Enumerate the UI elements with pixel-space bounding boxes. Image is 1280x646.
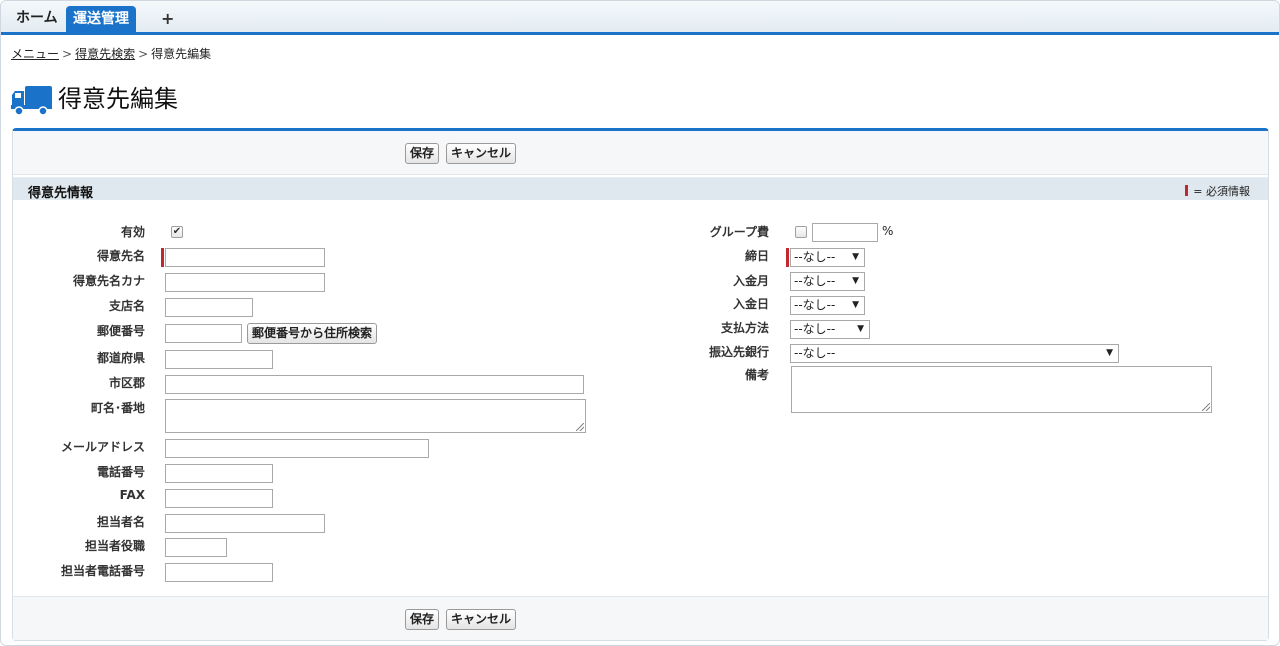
tab-bar: ホーム 運送管理 + <box>1 1 1279 35</box>
label-contact-title: 担当者役職 <box>84 539 145 553</box>
contact-name-input[interactable] <box>165 514 325 533</box>
resize-grip-icon[interactable] <box>1202 403 1210 411</box>
closing-day-select[interactable]: --なし-- ▼ <box>790 248 865 267</box>
save-button[interactable]: 保存 <box>405 609 440 630</box>
required-marker <box>786 248 789 267</box>
label-contact-name: 担当者名 <box>96 515 145 529</box>
label-city: 市区郡 <box>108 376 145 390</box>
label-branch-name: 支店名 <box>108 299 145 313</box>
label-phone: 電話番号 <box>96 465 145 479</box>
email-input[interactable] <box>165 439 429 458</box>
cancel-button[interactable]: キャンセル <box>446 143 517 164</box>
postal-code-input[interactable] <box>165 324 242 343</box>
label-customer-name: 得意先名 <box>96 249 145 263</box>
dropdown-arrow-icon: ▼ <box>852 300 859 310</box>
truck-icon <box>11 86 52 116</box>
label-payment-method: 支払方法 <box>720 321 769 335</box>
payment-day-select[interactable]: --なし-- ▼ <box>790 296 865 315</box>
label-prefecture: 都道府県 <box>96 351 145 365</box>
prefecture-input[interactable] <box>165 350 273 369</box>
payment-method-value: --なし-- <box>794 322 836 336</box>
city-input[interactable] <box>165 375 584 394</box>
closing-day-value: --なし-- <box>794 250 836 264</box>
label-email: メールアドレス <box>60 440 145 454</box>
required-marker-icon <box>1185 185 1189 196</box>
label-group-fee: グループ費 <box>709 225 769 239</box>
payment-month-value: --なし-- <box>794 274 836 288</box>
top-button-bar: 保存 キャンセル <box>13 131 1268 175</box>
page-title: 得意先編集 <box>58 85 178 113</box>
add-tab-icon[interactable]: + <box>154 5 181 32</box>
phone-input[interactable] <box>165 464 273 483</box>
bottom-button-bar: 保存 キャンセル <box>13 596 1268 640</box>
dropdown-arrow-icon: ▼ <box>852 276 859 286</box>
transfer-bank-select[interactable]: --なし-- ▼ <box>790 344 1119 363</box>
label-active: 有効 <box>120 225 145 239</box>
save-button[interactable]: 保存 <box>405 143 440 164</box>
payment-month-select[interactable]: --なし-- ▼ <box>790 272 865 291</box>
customer-name-input[interactable] <box>165 248 325 267</box>
payment-method-select[interactable]: --なし-- ▼ <box>790 320 870 339</box>
label-contact-phone: 担当者電話番号 <box>60 564 145 578</box>
label-postal-code: 郵便番号 <box>96 324 145 338</box>
edit-panel: 保存 キャンセル 得意先情報 = 必須情報 有効 ✔ 得意先名 得意先名カナ 支… <box>12 128 1269 641</box>
breadcrumb-search-link[interactable]: 得意先検索 <box>75 47 135 61</box>
contact-phone-input[interactable] <box>165 563 273 582</box>
label-town: 町名･番地 <box>90 401 145 415</box>
label-fax: FAX <box>119 488 145 502</box>
dropdown-arrow-icon: ▼ <box>852 252 859 262</box>
breadcrumb-separator: > <box>138 47 149 61</box>
contact-title-input[interactable] <box>165 538 227 557</box>
label-closing-day: 締日 <box>744 249 769 263</box>
address-search-button[interactable]: 郵便番号から住所検索 <box>247 323 378 344</box>
label-customer-kana: 得意先名カナ <box>72 274 145 288</box>
label-transfer-bank: 振込先銀行 <box>708 345 769 359</box>
required-marker <box>161 248 164 267</box>
transfer-bank-value: --なし-- <box>794 346 836 360</box>
fax-input[interactable] <box>165 489 273 508</box>
required-legend-text: = 必須情報 <box>1193 185 1250 198</box>
customer-kana-input[interactable] <box>165 273 325 292</box>
app-frame: ホーム 運送管理 + メニュー > 得意先検索 > 得意先編集 得意先編集 保存 キャン… <box>0 0 1280 646</box>
resize-grip-icon[interactable] <box>576 423 584 431</box>
label-payment-month: 入金月 <box>732 274 769 288</box>
tab-transport-management[interactable]: 運送管理 <box>66 6 136 32</box>
label-remarks: 備考 <box>744 368 769 382</box>
group-fee-input[interactable] <box>812 223 878 242</box>
active-checkbox[interactable]: ✔ <box>171 226 183 238</box>
cancel-button[interactable]: キャンセル <box>446 609 517 630</box>
breadcrumb-separator: > <box>62 47 73 61</box>
breadcrumb: メニュー > 得意先検索 > 得意先編集 <box>11 45 211 62</box>
section-header: 得意先情報 = 必須情報 <box>13 177 1268 201</box>
remarks-textarea[interactable] <box>791 366 1212 413</box>
required-legend: = 必須情報 <box>1185 183 1250 199</box>
breadcrumb-current: 得意先編集 <box>151 47 212 61</box>
section-title: 得意先情報 <box>28 186 94 201</box>
branch-name-input[interactable] <box>165 298 253 317</box>
dropdown-arrow-icon: ▼ <box>1106 348 1113 358</box>
dropdown-arrow-icon: ▼ <box>857 324 864 334</box>
tab-home[interactable]: ホーム <box>9 5 65 32</box>
percent-label: % <box>882 224 894 238</box>
breadcrumb-menu-link[interactable]: メニュー <box>11 47 59 61</box>
label-payment-day: 入金日 <box>732 297 769 311</box>
town-textarea[interactable] <box>165 399 586 433</box>
group-fee-checkbox[interactable] <box>795 226 807 238</box>
payment-day-value: --なし-- <box>794 298 836 312</box>
